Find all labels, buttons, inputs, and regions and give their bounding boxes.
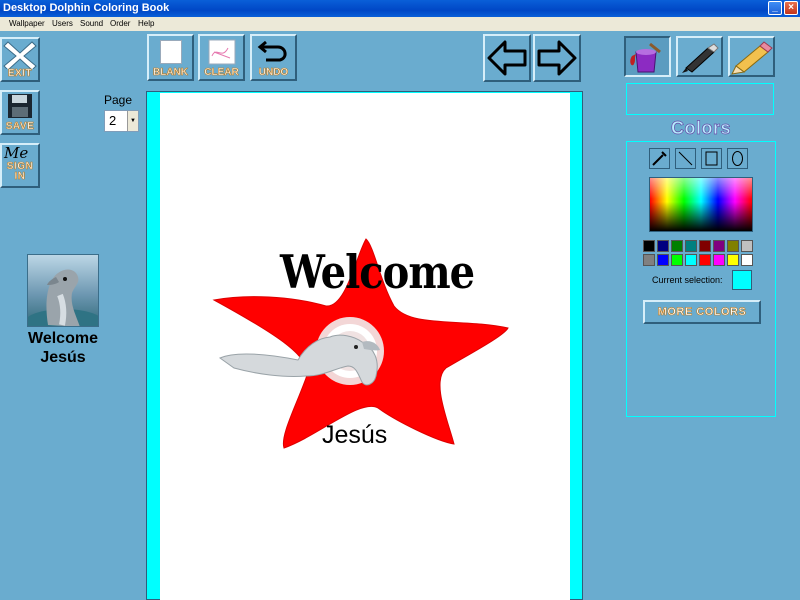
sign-in-button[interactable]: Me SIGN IN xyxy=(0,143,40,188)
canvas-name-text: Jesús xyxy=(322,421,388,449)
previous-page-button[interactable] xyxy=(483,34,531,82)
marker-tool[interactable] xyxy=(676,36,723,77)
minimize-button[interactable]: _ xyxy=(768,1,782,15)
menu-sound[interactable]: Sound xyxy=(80,19,103,28)
clear-button[interactable]: CLEAR xyxy=(198,34,245,81)
rectangle-icon xyxy=(705,151,718,166)
palette-swatch[interactable] xyxy=(643,240,655,252)
avatar xyxy=(27,254,99,327)
chevron-down-icon[interactable]: ▼ xyxy=(127,111,138,131)
canvas-welcome-text: Welcome xyxy=(280,245,475,300)
menu-users[interactable]: Users xyxy=(52,19,73,28)
palette-swatch[interactable] xyxy=(685,240,697,252)
user-welcome: Welcome Jesús xyxy=(10,329,116,367)
undo-button[interactable]: UNDO xyxy=(250,34,297,81)
menu-help[interactable]: Help xyxy=(138,19,154,28)
user-welcome-line: Welcome xyxy=(28,330,98,347)
color-spectrum[interactable] xyxy=(649,177,753,232)
arrow-left-icon xyxy=(487,40,527,76)
color-panel: Current selection: MORE COLORS xyxy=(626,141,776,417)
undo-arrow-icon xyxy=(257,40,287,62)
next-page-button[interactable] xyxy=(533,34,581,82)
palette-swatch[interactable] xyxy=(727,254,739,266)
window-title: Desktop Dolphin Coloring Book xyxy=(3,2,170,14)
ellipse-icon xyxy=(732,151,743,166)
line-icon xyxy=(678,151,693,166)
page-label: Page xyxy=(104,93,133,107)
title-bar: Desktop Dolphin Coloring Book _ × xyxy=(0,0,800,17)
blank-page-icon xyxy=(160,40,182,64)
menu-bar: Wallpaper Users Sound Order Help xyxy=(0,17,800,31)
rectangle-tool[interactable] xyxy=(701,148,722,169)
exit-button[interactable]: EXIT xyxy=(0,37,40,82)
clear-label: CLEAR xyxy=(204,67,239,79)
palette-swatch[interactable] xyxy=(657,240,669,252)
line-tool[interactable] xyxy=(675,148,696,169)
palette-swatch[interactable] xyxy=(643,254,655,266)
floppy-disk-icon xyxy=(8,94,32,118)
palette-swatch[interactable] xyxy=(741,240,753,252)
save-label: SAVE xyxy=(5,121,35,133)
palette-swatch[interactable] xyxy=(713,254,725,266)
exit-label: EXIT xyxy=(7,68,33,80)
user-name: Jesús xyxy=(40,349,86,366)
blank-label: BLANK xyxy=(153,67,189,79)
undo-label: UNDO xyxy=(258,67,289,79)
palette-swatch[interactable] xyxy=(671,254,683,266)
clear-page-icon xyxy=(208,39,236,65)
menu-order[interactable]: Order xyxy=(110,19,130,28)
palette-swatch[interactable] xyxy=(671,240,683,252)
signature-icon: Me xyxy=(4,144,29,162)
more-colors-button[interactable]: MORE COLORS xyxy=(643,300,761,324)
paint-bucket-tool[interactable] xyxy=(624,36,671,77)
palette-swatch[interactable] xyxy=(727,240,739,252)
colors-title: Colors xyxy=(670,118,731,139)
marker-icon xyxy=(682,43,719,73)
palette-swatch[interactable] xyxy=(657,254,669,266)
sign-in-label-bottom: IN xyxy=(14,171,26,182)
x-icon xyxy=(3,41,37,69)
paint-bucket-icon xyxy=(630,42,661,73)
palette-swatch[interactable] xyxy=(699,240,711,252)
current-selection-label: Current selection: xyxy=(652,275,723,285)
blank-button[interactable]: BLANK xyxy=(147,34,194,81)
palette-swatch[interactable] xyxy=(699,254,711,266)
app-area: EXIT SAVE Me SIGN IN Page 2 ▼ Welcome Je… xyxy=(0,31,800,600)
page-select[interactable]: 2 ▼ xyxy=(104,110,139,132)
close-window-button[interactable]: × xyxy=(784,1,798,15)
ellipse-tool[interactable] xyxy=(727,148,748,169)
current-color-swatch xyxy=(732,270,752,290)
eyedropper-tool[interactable] xyxy=(649,148,670,169)
menu-wallpaper[interactable]: Wallpaper xyxy=(9,19,45,28)
arrow-right-icon xyxy=(537,40,577,76)
dolphin-icon xyxy=(28,269,98,326)
text-entry-box[interactable] xyxy=(626,83,774,115)
save-button[interactable]: SAVE xyxy=(0,90,40,135)
palette-swatch[interactable] xyxy=(713,240,725,252)
eyedropper-icon xyxy=(652,151,667,166)
palette-swatch[interactable] xyxy=(741,254,753,266)
page-select-value: 2 xyxy=(109,113,117,128)
eraser-tool[interactable] xyxy=(728,36,775,77)
palette-swatch[interactable] xyxy=(685,254,697,266)
pencil-eraser-icon xyxy=(731,41,773,75)
